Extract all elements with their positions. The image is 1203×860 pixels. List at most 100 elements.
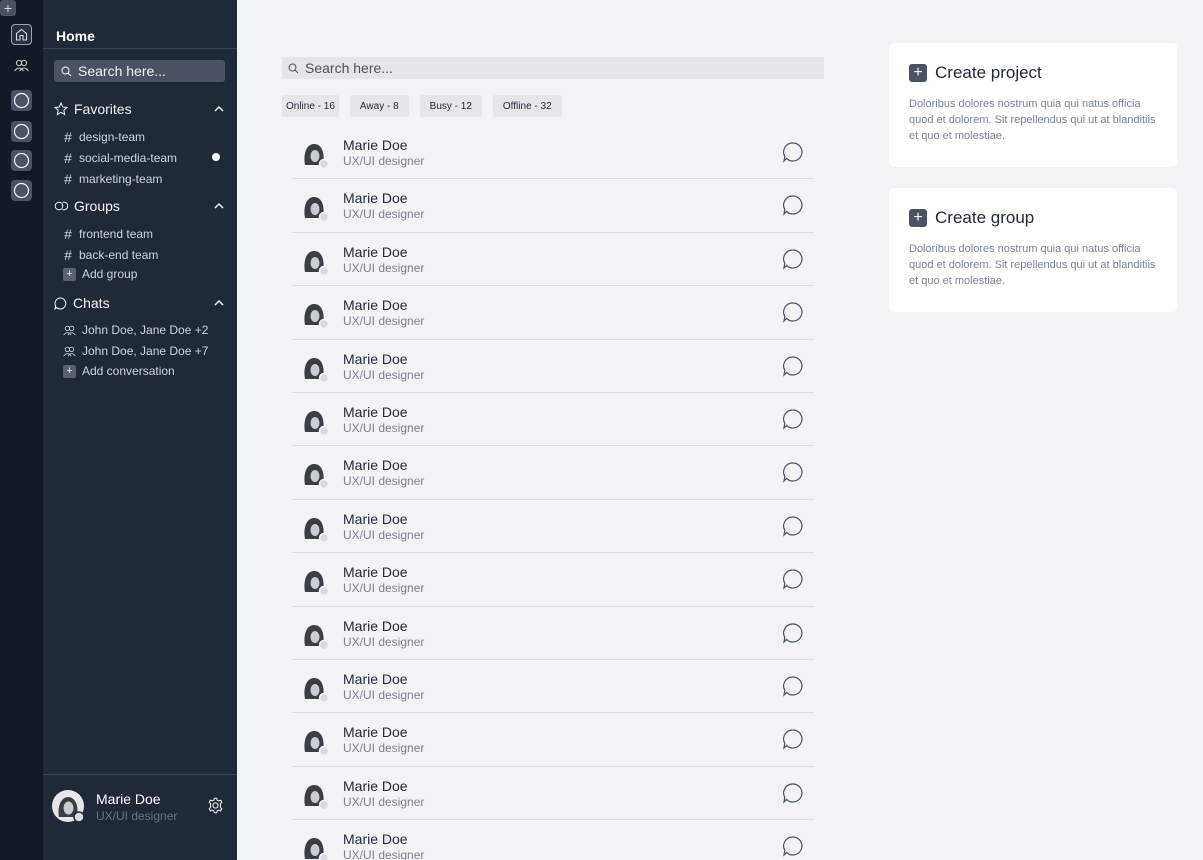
member-row[interactable]: Marie Doe UX/UI designer (292, 179, 814, 233)
search-icon (61, 66, 72, 76)
avatar (304, 197, 329, 223)
star-icon (54, 102, 68, 116)
plus-icon[interactable]: + (0, 0, 16, 16)
member-role: UX/UI designer (343, 207, 425, 222)
member-name: Marie Doe (343, 297, 408, 314)
hash-icon: # (64, 226, 72, 242)
plus-icon: + (909, 209, 927, 227)
member-name: Marie Doe (343, 617, 408, 634)
member-row[interactable]: Marie Doe UX/UI designer (292, 233, 814, 287)
sidebar-item-design-team[interactable]: # design-team (63, 129, 145, 145)
chevron-up-icon[interactable] (213, 103, 225, 115)
member-row[interactable]: Marie Doe UX/UI designer (292, 553, 814, 607)
sidebar-item-label: marketing-team (79, 172, 163, 186)
chat-bubble-icon[interactable] (782, 622, 804, 644)
circle-icon[interactable] (11, 121, 32, 142)
chat-bubble-icon[interactable] (782, 835, 804, 857)
sidebar-item-label: back-end team (79, 248, 159, 262)
add-group-label: Add group (82, 267, 138, 281)
create-group-card[interactable]: + Create group Doloribus dolores nostrum… (889, 188, 1177, 312)
member-name: Marie Doe (343, 724, 408, 741)
filter-away[interactable]: Away - 8 (349, 95, 409, 117)
chat-bubble-icon[interactable] (782, 141, 804, 163)
chat-bubble-icon[interactable] (782, 782, 804, 804)
chat-bubble-icon[interactable] (782, 301, 804, 323)
current-user[interactable]: Marie Doe UX/UI designer (51, 789, 231, 829)
chat-bubble-icon[interactable] (782, 248, 804, 270)
gear-icon[interactable] (207, 797, 224, 814)
avatar (304, 410, 329, 436)
member-name: Marie Doe (343, 510, 408, 527)
sidebar-item-back-end-team[interactable]: # back-end team (63, 247, 158, 263)
chevron-up-icon[interactable] (213, 297, 225, 309)
member-role: UX/UI designer (343, 527, 425, 542)
member-row[interactable]: Marie Doe UX/UI designer (292, 820, 814, 860)
app-rail: + (0, 0, 43, 860)
add-conversation-button[interactable]: + Add conversation (63, 364, 175, 378)
member-name: Marie Doe (343, 137, 408, 153)
member-row[interactable]: Marie Doe UX/UI designer (292, 446, 814, 500)
search-icon (288, 63, 299, 73)
member-row[interactable]: Marie Doe UX/UI designer (292, 393, 814, 447)
chat-bubble-icon[interactable] (782, 728, 804, 751)
add-conversation-label: Add conversation (82, 364, 175, 378)
avatar (304, 838, 329, 860)
member-row[interactable]: Marie Doe UX/UI designer (292, 126, 814, 180)
main-search[interactable] (282, 57, 824, 79)
add-group-button[interactable]: + Add group (63, 267, 137, 281)
member-row[interactable]: Marie Doe UX/UI designer (292, 660, 814, 714)
user-role: UX/UI designer (96, 809, 178, 823)
create-group-header[interactable]: + Create group (909, 208, 1034, 228)
home-icon[interactable] (11, 24, 32, 45)
chat-bubble-icon[interactable] (782, 461, 804, 484)
circle-icon[interactable] (11, 150, 32, 171)
sidebar-item-label: John Doe, Jane Doe +7 (82, 344, 209, 358)
member-row[interactable]: Marie Doe UX/UI designer (292, 340, 814, 393)
avatar (304, 677, 329, 703)
sidebar-search-input[interactable] (78, 63, 218, 79)
sidebar-item-marketing-team[interactable]: # marketing-team (63, 171, 162, 187)
status-filters: Online - 16 Away - 8 Busy - 12 Offline -… (282, 95, 562, 117)
chat-bubble-icon[interactable] (782, 408, 804, 430)
chats-header[interactable]: Chats (54, 295, 225, 311)
chat-bubble-icon[interactable] (782, 675, 804, 697)
sidebar-item-label: John Doe, Jane Doe +2 (82, 323, 209, 337)
people-icon[interactable] (11, 55, 32, 76)
circle-icon[interactable] (11, 180, 32, 201)
filter-busy[interactable]: Busy - 12 (419, 95, 482, 117)
filter-online[interactable]: Online - 16 (282, 95, 339, 117)
hash-icon: # (64, 247, 72, 263)
member-row[interactable]: Marie Doe UX/UI designer (292, 713, 814, 767)
sidebar: Home Favorites # design-team # social-me… (43, 0, 237, 860)
sidebar-item-chat-2[interactable]: John Doe, Jane Doe +7 (63, 344, 208, 358)
member-role: UX/UI designer (343, 794, 425, 809)
member-row[interactable]: Marie Doe UX/UI designer (292, 607, 814, 660)
divider (43, 48, 237, 49)
groups-header[interactable]: Groups (54, 198, 225, 214)
create-project-card[interactable]: + Create project Doloribus dolores nostr… (889, 43, 1177, 167)
circle-icon[interactable] (11, 90, 32, 111)
sidebar-item-frontend-team[interactable]: # frontend team (63, 226, 153, 242)
member-row[interactable]: Marie Doe UX/UI designer (292, 767, 814, 821)
filter-offline[interactable]: Offline - 32 (492, 95, 562, 117)
create-project-header[interactable]: + Create project (909, 63, 1042, 83)
member-name: Marie Doe (343, 670, 408, 687)
chat-bubble-icon[interactable] (782, 194, 804, 217)
sidebar-item-social-media-team[interactable]: # social-media-team (63, 150, 177, 166)
member-row[interactable]: Marie Doe UX/UI designer (292, 500, 814, 554)
member-row[interactable]: Marie Doe UX/UI designer (292, 286, 814, 340)
divider (43, 774, 237, 775)
chat-bubble-icon[interactable] (782, 515, 804, 537)
avatar (304, 571, 329, 597)
sidebar-search[interactable] (54, 60, 225, 82)
chevron-up-icon[interactable] (213, 200, 225, 212)
member-role: UX/UI designer (343, 634, 425, 649)
sidebar-item-chat-1[interactable]: John Doe, Jane Doe +2 (63, 323, 208, 337)
chat-bubble-icon[interactable] (782, 568, 804, 590)
main-search-input[interactable] (305, 60, 805, 76)
groups-label: Groups (74, 198, 120, 214)
favorites-header[interactable]: Favorites (54, 101, 225, 117)
hash-icon: # (64, 150, 72, 166)
chat-bubble-icon[interactable] (782, 355, 804, 377)
hash-icon: # (64, 171, 72, 187)
